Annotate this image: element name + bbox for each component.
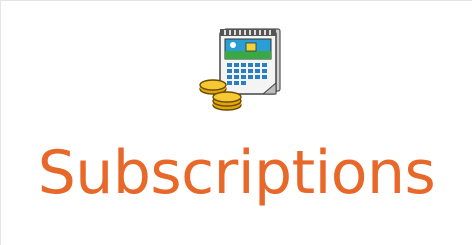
calendar-and-coins-icon xyxy=(199,28,281,111)
subscriptions-tile[interactable]: Subscriptions xyxy=(0,0,472,245)
tile-label: Subscriptions xyxy=(37,138,436,208)
